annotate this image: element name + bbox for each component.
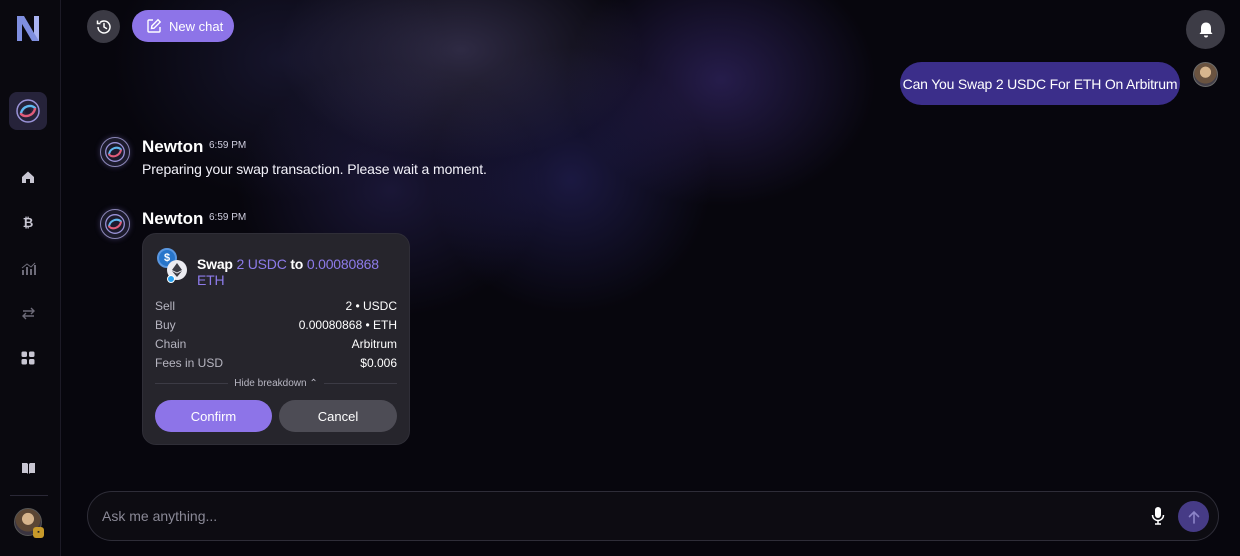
new-chat-button[interactable]: New chat xyxy=(132,10,234,42)
detail-row-buy: Buy 0.00080868 • ETH xyxy=(155,318,397,332)
bot-name: Newton xyxy=(142,209,204,228)
cancel-button[interactable]: Cancel xyxy=(279,400,397,432)
sidebar: ₿ ▪ xyxy=(0,0,61,556)
user-message-bubble: Can You Swap 2 USDC For ETH On Arbitrum xyxy=(900,62,1180,105)
bitcoin-icon: ₿ xyxy=(23,216,34,230)
user-message-text: Can You Swap 2 USDC For ETH On Arbitrum xyxy=(902,75,1178,92)
new-chat-label: New chat xyxy=(169,18,224,34)
sidebar-item-home[interactable] xyxy=(18,167,38,187)
microphone-icon xyxy=(1151,507,1165,525)
chat-main: New chat Can You Swap 2 USDC For ETH On … xyxy=(61,0,1240,556)
chat-input[interactable] xyxy=(102,492,1132,540)
hide-breakdown-link[interactable]: Hide breakdown ⌃ xyxy=(234,378,317,389)
newton-agent-button[interactable] xyxy=(9,92,47,130)
breakdown-toggle: Hide breakdown ⌃ xyxy=(155,376,397,390)
newton-orb-icon xyxy=(16,99,40,123)
notifications-button[interactable] xyxy=(1186,10,1225,49)
bot-avatar xyxy=(100,209,130,239)
sidebar-item-swap[interactable] xyxy=(18,303,38,323)
message-timestamp: 6:59 PM xyxy=(209,140,247,151)
account-avatar[interactable]: ▪ xyxy=(14,508,44,538)
lock-icon: ▪ xyxy=(33,527,44,538)
svg-text:₿: ₿ xyxy=(23,216,34,230)
app-root: ₿ ▪ New chat Can You Swap 2 USDC For ETH… xyxy=(0,0,1240,556)
bot-message-text: Preparing your swap transaction. Please … xyxy=(142,161,487,177)
book-icon xyxy=(21,462,35,474)
arbitrum-chain-icon xyxy=(167,275,175,283)
history-button[interactable] xyxy=(87,10,120,43)
bell-icon xyxy=(1199,22,1212,37)
sidebar-item-apps[interactable] xyxy=(18,348,38,368)
swap-arrows-icon xyxy=(21,307,35,319)
composer xyxy=(87,491,1219,541)
message-timestamp: 6:59 PM xyxy=(209,212,247,223)
grid-icon xyxy=(21,351,35,365)
bot-name: Newton xyxy=(142,137,204,156)
microphone-button[interactable] xyxy=(1148,505,1168,527)
user-avatar xyxy=(1193,62,1218,87)
sidebar-item-bitcoin[interactable]: ₿ xyxy=(18,212,38,232)
token-pair-icons: $ xyxy=(157,248,191,283)
send-button[interactable] xyxy=(1178,501,1209,532)
divider xyxy=(155,382,229,384)
home-icon xyxy=(22,171,34,183)
swap-title: Swap 2 USDC to 0.00080868 ETH xyxy=(197,256,379,288)
newton-orb-icon xyxy=(105,214,125,234)
detail-row-sell: Sell 2 • USDC xyxy=(155,299,397,313)
swap-card: $ Swap 2 USDC to 0.00080868 ETH Sell 2 •… xyxy=(142,233,410,445)
chart-icon xyxy=(21,262,36,275)
newton-logo-icon[interactable] xyxy=(14,13,42,43)
bot-avatar xyxy=(100,137,130,167)
confirm-button[interactable]: Confirm xyxy=(155,400,272,432)
divider xyxy=(323,382,397,384)
swap-from-amount: 2 USDC xyxy=(236,256,287,272)
edit-icon xyxy=(147,18,162,33)
history-icon xyxy=(96,19,111,34)
sidebar-divider xyxy=(10,495,48,496)
arrow-up-icon xyxy=(1188,510,1199,524)
detail-row-fees: Fees in USD $0.006 xyxy=(155,356,397,370)
sidebar-item-docs[interactable] xyxy=(18,458,38,478)
detail-row-chain: Chain Arbitrum xyxy=(155,337,397,351)
sidebar-item-analytics[interactable] xyxy=(18,258,38,278)
newton-orb-icon xyxy=(105,142,125,162)
